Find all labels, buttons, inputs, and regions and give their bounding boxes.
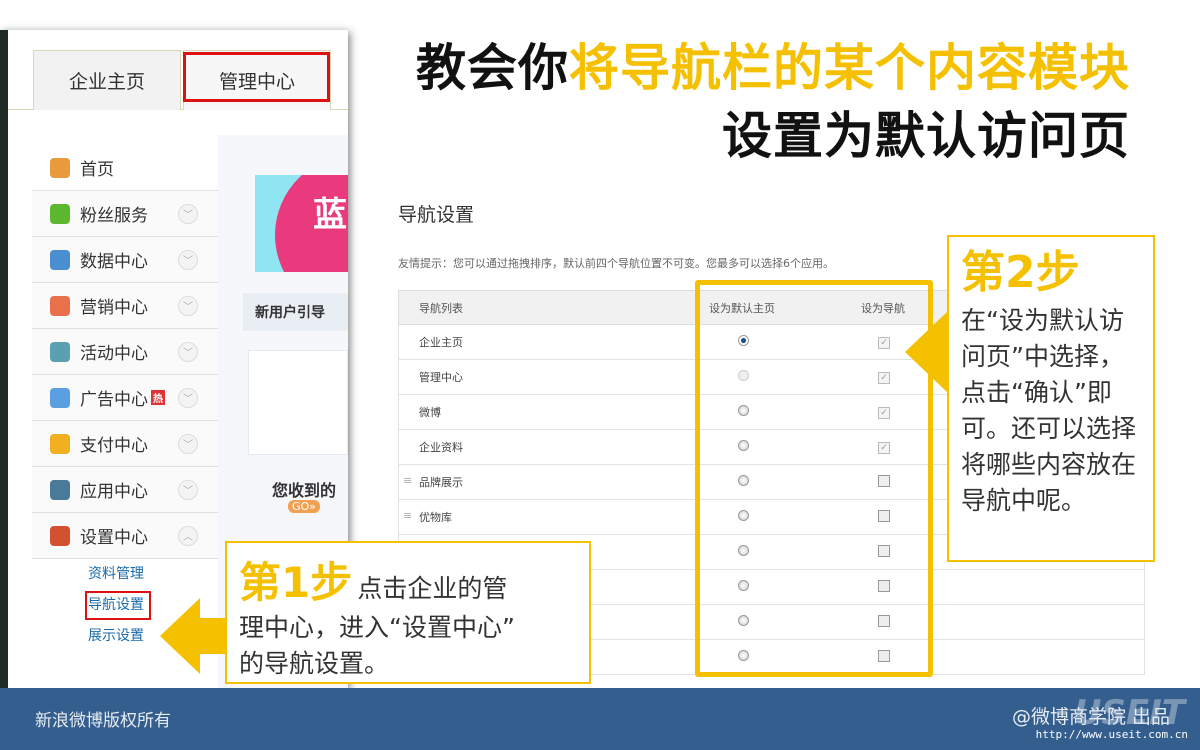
step1-callout: 第1步 点击企业的管 理中心，进入“设置中心” 的导航设置。 bbox=[225, 541, 591, 684]
sidebar-item-label: 设置中心 bbox=[80, 528, 148, 548]
promo-banner[interactable]: 蓝 bbox=[255, 175, 348, 272]
highlight-management-tab bbox=[183, 52, 330, 102]
received-text: 您收到的 bbox=[272, 481, 337, 500]
header-nav-list: 导航列表 bbox=[419, 301, 463, 315]
sidebar-item-label: 粉丝服务 bbox=[80, 206, 148, 226]
sidebar-item-label: 活动中心 bbox=[80, 344, 148, 364]
sidebar-item[interactable]: 粉丝服务 ﹀ bbox=[32, 191, 218, 237]
nav-item-name: 企业主页 bbox=[399, 334, 699, 350]
fans-icon bbox=[50, 203, 70, 224]
nav-item-label: 企业资料 bbox=[419, 441, 463, 454]
nav-tip: 友情提示：您可以通过拖拽排序，默认前四个导航位置不可变。您最多可以选择6个应用。 bbox=[398, 257, 834, 270]
banner-text: 蓝 bbox=[313, 195, 347, 235]
step2-label: 第2步 bbox=[961, 247, 1080, 298]
sidebar-item-label: 广告中心 bbox=[80, 390, 148, 410]
window-edge bbox=[0, 30, 8, 688]
chart-icon bbox=[50, 249, 70, 270]
sidebar-item-label: 营销中心 bbox=[80, 298, 148, 318]
submenu-item[interactable]: 资料管理 bbox=[88, 559, 218, 590]
arrow-step2-icon bbox=[905, 312, 947, 392]
drag-handle-icon[interactable]: ≡ bbox=[403, 474, 412, 487]
watermark-url: http://www.useit.com.cn bbox=[1035, 728, 1188, 741]
headline-line1: 教会你将导航栏的某个内容模块 bbox=[416, 28, 1130, 100]
nav-item-name: ≡ 优物库 bbox=[399, 509, 699, 525]
nav-item-label: 微博 bbox=[419, 406, 441, 419]
sidebar-item[interactable]: 活动中心 ﹀ bbox=[32, 329, 218, 375]
sidebar-item[interactable]: 应用中心 ﹀ bbox=[32, 467, 218, 513]
producer: @微博商学院 出品 bbox=[1011, 706, 1170, 728]
step2-callout: 第2步 在“设为默认访问页”中选择，点击“确认”即可。还可以选择将哪些内容放在导… bbox=[947, 235, 1155, 562]
sidebar-item[interactable]: 广告中心热 ﹀ bbox=[32, 375, 218, 421]
sidebar-item-label: 支付中心 bbox=[80, 436, 148, 456]
nav-item-label: 品牌展示 bbox=[419, 476, 463, 489]
copyright: 新浪微博版权所有 bbox=[35, 711, 171, 731]
nav-item-name: 企业资料 bbox=[399, 439, 699, 455]
sidebar-item-label: 应用中心 bbox=[80, 482, 148, 502]
sidebar-item[interactable]: 首页 bbox=[32, 145, 218, 191]
step2-text: 在“设为默认访问页”中选择，点击“确认”即可。还可以选择将哪些内容放在导航中呢。 bbox=[961, 306, 1137, 515]
flag-icon bbox=[50, 341, 70, 362]
chevron-up-icon[interactable]: ︿ bbox=[178, 525, 198, 546]
sidebar-item[interactable]: 设置中心 ︿ bbox=[32, 513, 218, 559]
sidebar: 首页粉丝服务 ﹀ 数据中心 ﹀ 营销中心 ﹀ 活动中心 ﹀ 广告中心热 ﹀ 支付中心 ﹀ 应用中心 ﹀ 设置… bbox=[32, 145, 218, 652]
step1-text-c: 的导航设置。 bbox=[239, 649, 390, 678]
ad-icon bbox=[50, 387, 70, 408]
arrow-step1-shaft bbox=[198, 618, 228, 654]
chevron-down-icon[interactable]: ﹀ bbox=[178, 479, 198, 500]
new-user-guide[interactable]: 新用户引导 bbox=[243, 293, 348, 331]
nav-item-name: ≡ 品牌展示 bbox=[399, 474, 699, 490]
chevron-down-icon[interactable]: ﹀ bbox=[178, 295, 198, 316]
highlight-columns bbox=[695, 280, 933, 677]
guide-box bbox=[248, 350, 348, 455]
tab-enterprise-home[interactable]: 企业主页 bbox=[33, 50, 181, 110]
nav-settings-title: 导航设置 bbox=[398, 204, 475, 226]
toolbox-icon bbox=[50, 525, 70, 546]
submenu-item[interactable]: 导航设置 bbox=[84, 590, 152, 621]
headline-line2: 设置为默认访问页 bbox=[722, 107, 1130, 165]
sidebar-item[interactable]: 支付中心 ﹀ bbox=[32, 421, 218, 467]
chevron-down-icon[interactable]: ﹀ bbox=[178, 203, 198, 224]
nav-item-name: 微博 bbox=[399, 404, 699, 420]
step1-text-a: 点击企业的管 bbox=[357, 574, 508, 603]
headline-yellow: 将导航栏的某个内容模块 bbox=[569, 39, 1130, 97]
nav-item-label: 优物库 bbox=[419, 511, 452, 524]
nav-item-label: 企业主页 bbox=[419, 336, 463, 349]
puzzle-icon bbox=[50, 479, 70, 500]
yen-icon bbox=[50, 433, 70, 454]
chevron-down-icon[interactable]: ﹀ bbox=[178, 433, 198, 454]
chevron-down-icon[interactable]: ﹀ bbox=[178, 387, 198, 408]
sidebar-item-label: 首页 bbox=[80, 160, 114, 180]
chevron-down-icon[interactable]: ﹀ bbox=[178, 341, 198, 362]
step1-text-b: 理中心，进入“设置中心” bbox=[239, 613, 515, 642]
headline-black: 教会你 bbox=[416, 39, 569, 97]
drag-handle-icon[interactable]: ≡ bbox=[403, 509, 412, 522]
step1-label: 第1步 bbox=[239, 558, 353, 607]
footer: 新浪微博版权所有 USEIT @微博商学院 出品 http://www.usei… bbox=[0, 688, 1200, 750]
nav-item-name: 管理中心 bbox=[399, 369, 699, 385]
hot-badge: 热 bbox=[151, 390, 165, 405]
sidebar-item-label: 数据中心 bbox=[80, 252, 148, 272]
sidebar-item[interactable]: 数据中心 ﹀ bbox=[32, 237, 218, 283]
nav-item-label: 管理中心 bbox=[419, 371, 463, 384]
home-icon bbox=[50, 157, 70, 178]
bag-icon bbox=[50, 295, 70, 316]
go-button[interactable]: GO» bbox=[288, 500, 320, 513]
chevron-down-icon[interactable]: ﹀ bbox=[178, 249, 198, 270]
arrow-step1-icon bbox=[160, 598, 200, 674]
sidebar-item[interactable]: 营销中心 ﹀ bbox=[32, 283, 218, 329]
